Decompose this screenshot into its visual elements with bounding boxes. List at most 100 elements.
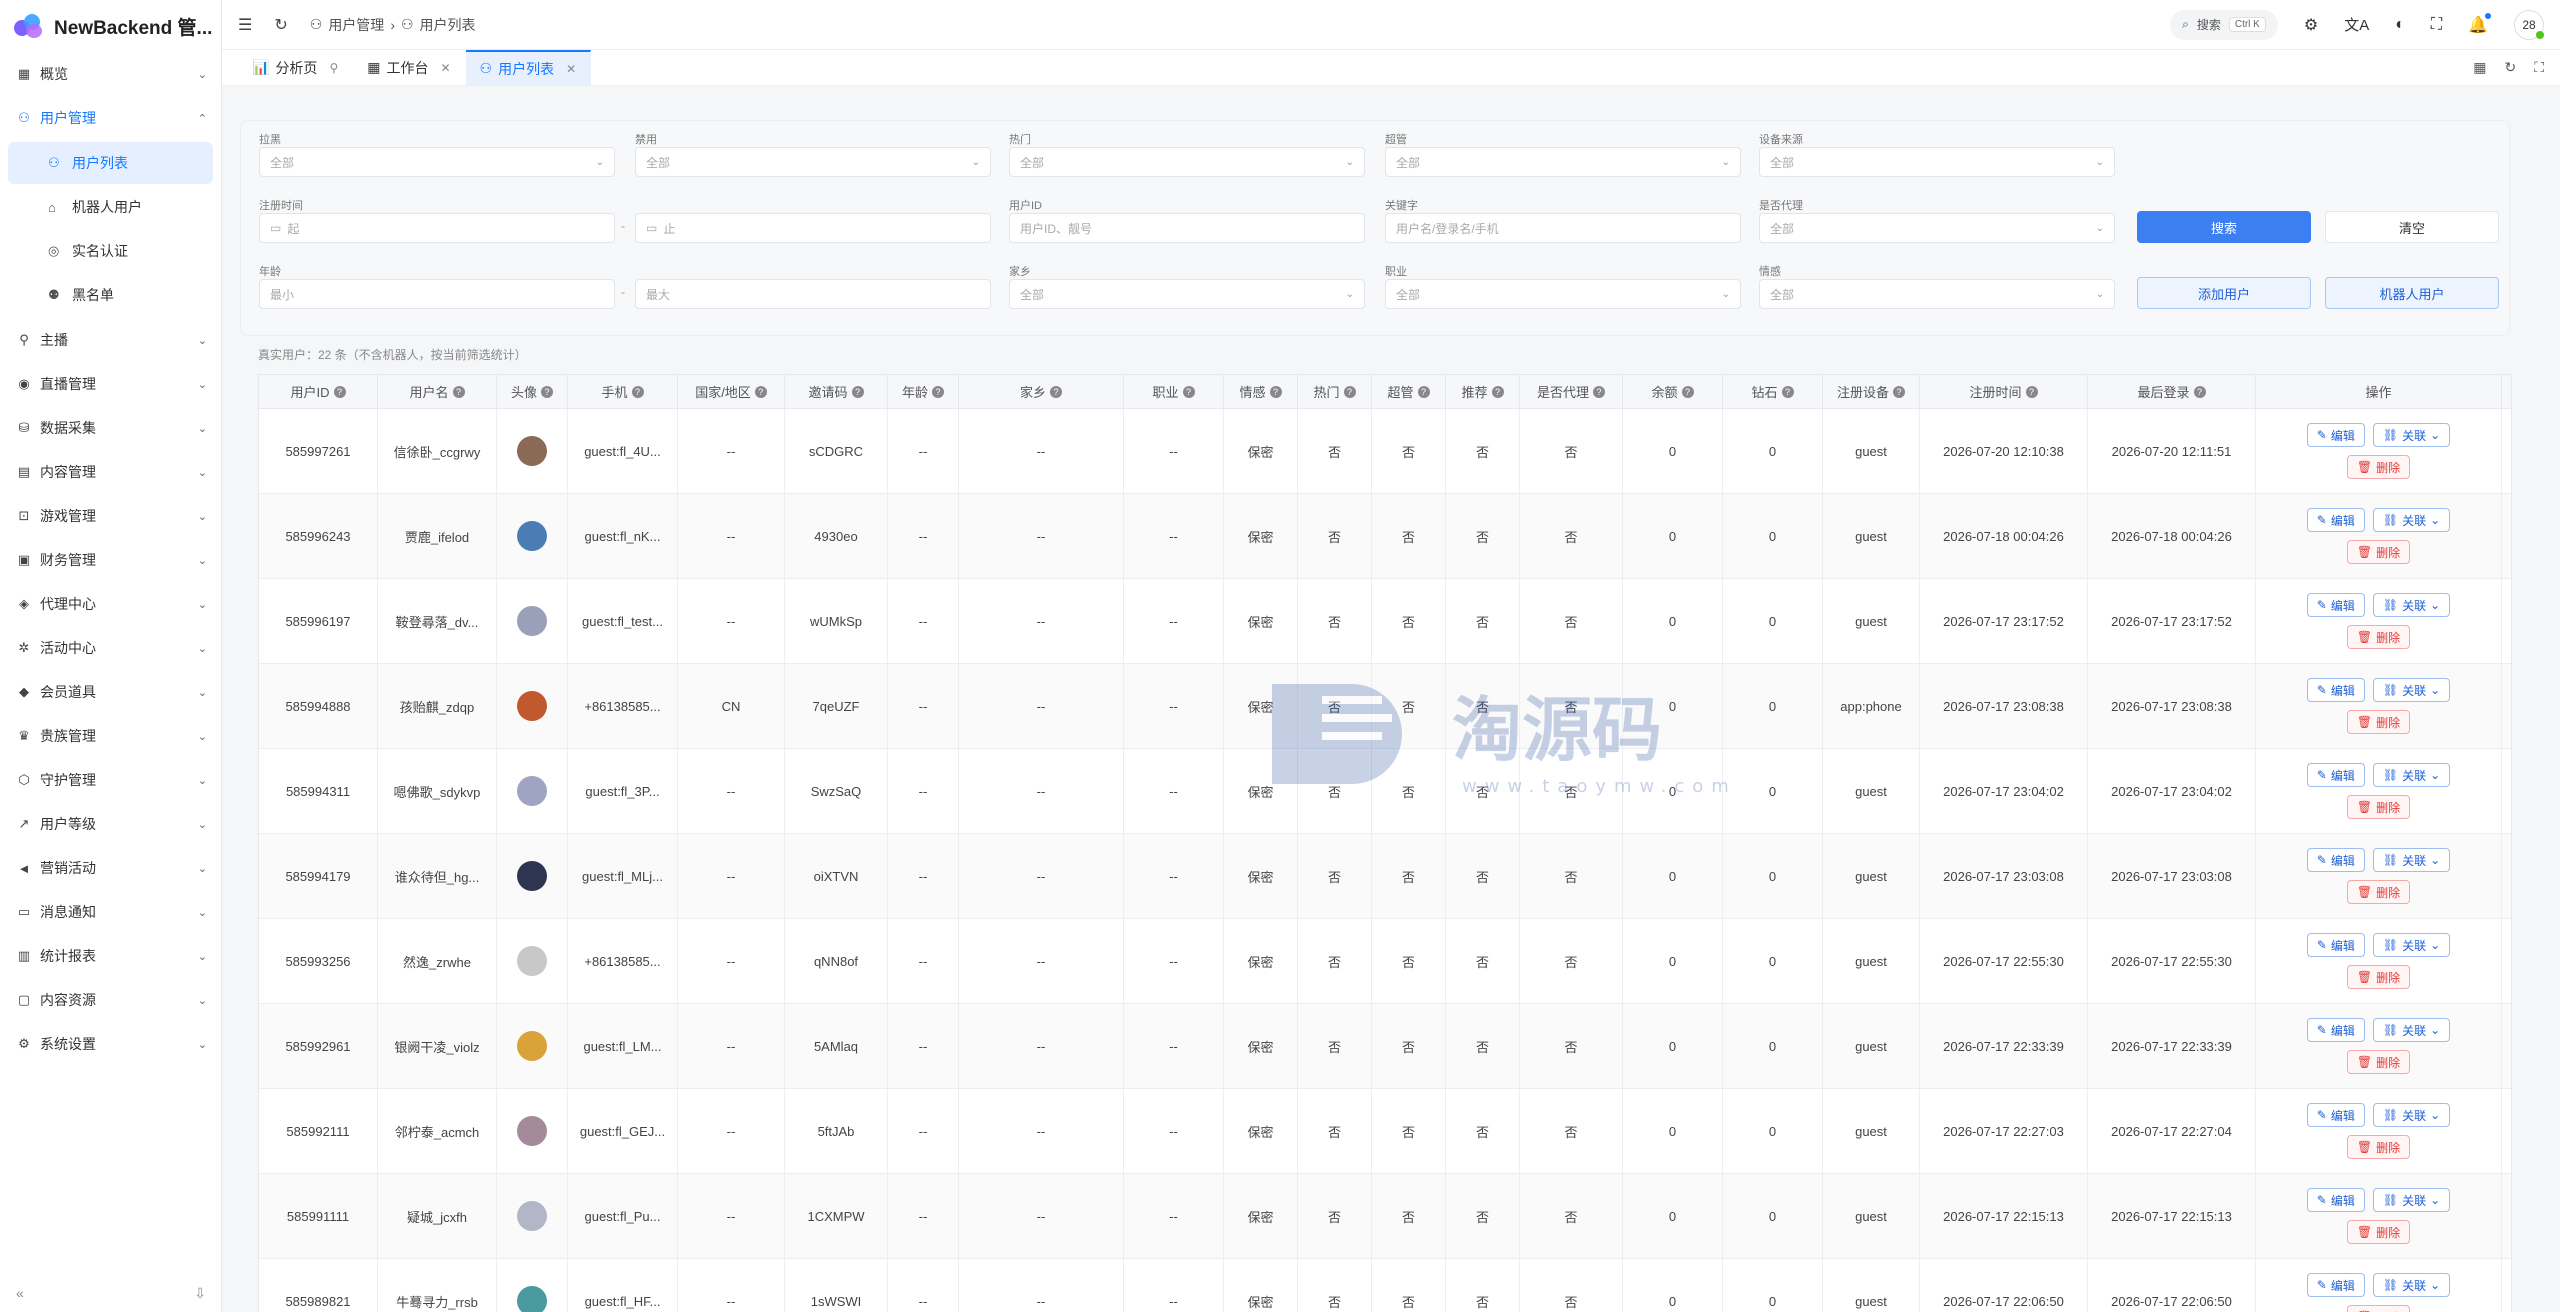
- column-header[interactable]: 用户名?: [378, 375, 497, 408]
- column-header[interactable]: 年龄?: [888, 375, 959, 408]
- help-icon[interactable]: ?: [754, 385, 767, 398]
- keyword-input[interactable]: 用户名/登录名/手机: [1385, 213, 1741, 243]
- delete-button[interactable]: 🗑删除: [2346, 455, 2411, 479]
- delete-button[interactable]: 🗑删除: [2346, 710, 2411, 734]
- link-dropdown-button[interactable]: ⛓ 关联 ⌄: [2372, 508, 2451, 532]
- avatar[interactable]: [517, 521, 547, 551]
- collapse-sidebar-icon[interactable]: «: [16, 1285, 24, 1302]
- edit-button[interactable]: ✎ 编辑: [2306, 1018, 2365, 1042]
- help-icon[interactable]: ?: [1182, 385, 1195, 398]
- delete-button[interactable]: 🗑删除: [2346, 880, 2411, 904]
- avatar[interactable]: [517, 1201, 547, 1231]
- notification-bell-icon[interactable]: 🔔: [2468, 12, 2491, 35]
- emotion-select[interactable]: 全部 ⌄: [1759, 279, 2115, 309]
- sidebar-item[interactable]: ◄ 营销活动 ⌄: [0, 846, 221, 890]
- column-header[interactable]: 钻石?: [1723, 375, 1823, 408]
- edit-button[interactable]: ✎ 编辑: [2306, 678, 2365, 702]
- avatar[interactable]: [517, 946, 547, 976]
- edit-button[interactable]: ✎ 编辑: [2306, 593, 2365, 617]
- sidebar-item[interactable]: ◈ 代理中心 ⌄: [0, 582, 221, 626]
- sidebar-item[interactable]: ◆ 会员道具 ⌄: [0, 670, 221, 714]
- help-icon[interactable]: ?: [1593, 385, 1605, 398]
- is-agent-select[interactable]: 全部 ⌄: [1759, 213, 2115, 243]
- sidebar-item[interactable]: ⊡ 游戏管理 ⌄: [0, 494, 221, 538]
- column-header[interactable]: 家乡?: [959, 375, 1124, 408]
- column-header[interactable]: 超管?: [1372, 375, 1446, 408]
- column-header[interactable]: 余额?: [1623, 375, 1723, 408]
- theme-toggle-icon[interactable]: ◐: [2395, 16, 2405, 34]
- sidebar-item[interactable]: ▣ 财务管理 ⌄: [0, 538, 221, 582]
- delete-button[interactable]: 🗑删除: [2346, 1305, 2411, 1312]
- tab-user-list[interactable]: ⚇ 用户列表 ✕: [465, 50, 592, 85]
- sidebar-item[interactable]: ⬡ 守护管理 ⌄: [0, 758, 221, 802]
- column-header[interactable]: 是否代理?: [1520, 375, 1623, 408]
- edit-button[interactable]: ✎ 编辑: [2306, 848, 2365, 872]
- link-dropdown-button[interactable]: ⛓ 关联 ⌄: [2372, 593, 2451, 617]
- avatar[interactable]: [517, 861, 547, 891]
- help-icon[interactable]: ?: [1781, 385, 1794, 398]
- close-icon[interactable]: ✕: [566, 62, 576, 76]
- help-icon[interactable]: ?: [2193, 385, 2206, 398]
- hot-select[interactable]: 全部 ⌄: [1009, 147, 1365, 177]
- help-icon[interactable]: ?: [932, 385, 944, 398]
- age-max-input[interactable]: 最大: [635, 279, 991, 309]
- link-dropdown-button[interactable]: ⛓ 关联 ⌄: [2372, 933, 2451, 957]
- help-icon[interactable]: ?: [1417, 385, 1430, 398]
- column-header[interactable]: 国家/地区?: [678, 375, 785, 408]
- sidebar-item[interactable]: ▥ 统计报表 ⌄: [0, 934, 221, 978]
- help-icon[interactable]: ?: [541, 385, 553, 398]
- link-dropdown-button[interactable]: ⛓ 关联 ⌄: [2372, 848, 2451, 872]
- menu-toggle-icon[interactable]: ☰: [238, 15, 252, 35]
- help-icon[interactable]: ?: [1269, 385, 1282, 398]
- sidebar-item[interactable]: ▢ 内容资源 ⌄: [0, 978, 221, 1022]
- refresh-icon[interactable]: ↻: [2504, 59, 2516, 76]
- avatar[interactable]: [517, 776, 547, 806]
- disabled-select[interactable]: 全部 ⌄: [635, 147, 991, 177]
- sidebar-subitem[interactable]: ⌂ 机器人用户: [8, 186, 213, 228]
- delete-button[interactable]: 🗑删除: [2346, 965, 2411, 989]
- blacklist-select[interactable]: 全部 ⌄: [259, 147, 615, 177]
- link-dropdown-button[interactable]: ⛓ 关联 ⌄: [2372, 1018, 2451, 1042]
- help-icon[interactable]: ?: [1893, 385, 1905, 398]
- translate-icon[interactable]: 文A: [2344, 14, 2369, 35]
- fullscreen-icon[interactable]: ⛶: [2431, 16, 2442, 34]
- edit-button[interactable]: ✎ 编辑: [2306, 508, 2365, 532]
- sidebar-subitem[interactable]: ⚉ 黑名单: [8, 274, 213, 316]
- tab-workbench[interactable]: ▦ 工作台 ✕: [353, 50, 465, 85]
- sidebar-item[interactable]: ⚇ 用户管理 ⌃: [0, 96, 221, 140]
- pin-icon[interactable]: ⚲: [329, 61, 338, 75]
- delete-button[interactable]: 🗑删除: [2346, 625, 2411, 649]
- link-dropdown-button[interactable]: ⛓ 关联 ⌄: [2372, 423, 2451, 447]
- age-min-input[interactable]: 最小: [259, 279, 615, 309]
- maximize-icon[interactable]: ⛶: [2534, 59, 2544, 76]
- tab-analysis[interactable]: 📊 分析页 ⚲: [238, 50, 353, 85]
- reg-time-end[interactable]: ▭ 止: [635, 213, 991, 243]
- edit-button[interactable]: ✎ 编辑: [2306, 1103, 2365, 1127]
- column-header[interactable]: 手机?: [568, 375, 678, 408]
- breadcrumb-item[interactable]: 用户管理: [328, 15, 384, 35]
- column-header[interactable]: 最后登录?: [2088, 375, 2256, 408]
- reg-time-start[interactable]: ▭ 起: [259, 213, 615, 243]
- close-icon[interactable]: ✕: [440, 61, 450, 75]
- edit-button[interactable]: ✎ 编辑: [2306, 1273, 2365, 1297]
- column-header[interactable]: 热门?: [1298, 375, 1372, 408]
- sidebar-item[interactable]: ◉ 直播管理 ⌄: [0, 362, 221, 406]
- sidebar-subitem[interactable]: ◎ 实名认证: [8, 230, 213, 272]
- help-icon[interactable]: ?: [333, 385, 346, 398]
- help-icon[interactable]: ?: [851, 385, 864, 398]
- edit-button[interactable]: ✎ 编辑: [2306, 933, 2365, 957]
- pin-sidebar-icon[interactable]: ⇩: [194, 1285, 206, 1302]
- superadmin-select[interactable]: 全部 ⌄: [1385, 147, 1741, 177]
- help-icon[interactable]: ?: [2025, 385, 2038, 398]
- user-avatar[interactable]: 28: [2514, 9, 2544, 40]
- column-header[interactable]: 注册时间?: [1920, 375, 2088, 408]
- hometown-select[interactable]: 全部 ⌄: [1009, 279, 1365, 309]
- layout-icon[interactable]: ▦: [2473, 59, 2486, 76]
- delete-button[interactable]: 🗑删除: [2346, 795, 2411, 819]
- sidebar-item[interactable]: ♛ 贵族管理 ⌄: [0, 714, 221, 758]
- delete-button[interactable]: 🗑删除: [2346, 1135, 2411, 1159]
- help-icon[interactable]: ?: [1343, 385, 1356, 398]
- avatar[interactable]: [517, 691, 547, 721]
- column-header[interactable]: 职业?: [1124, 375, 1224, 408]
- clear-button[interactable]: 清空: [2325, 211, 2499, 243]
